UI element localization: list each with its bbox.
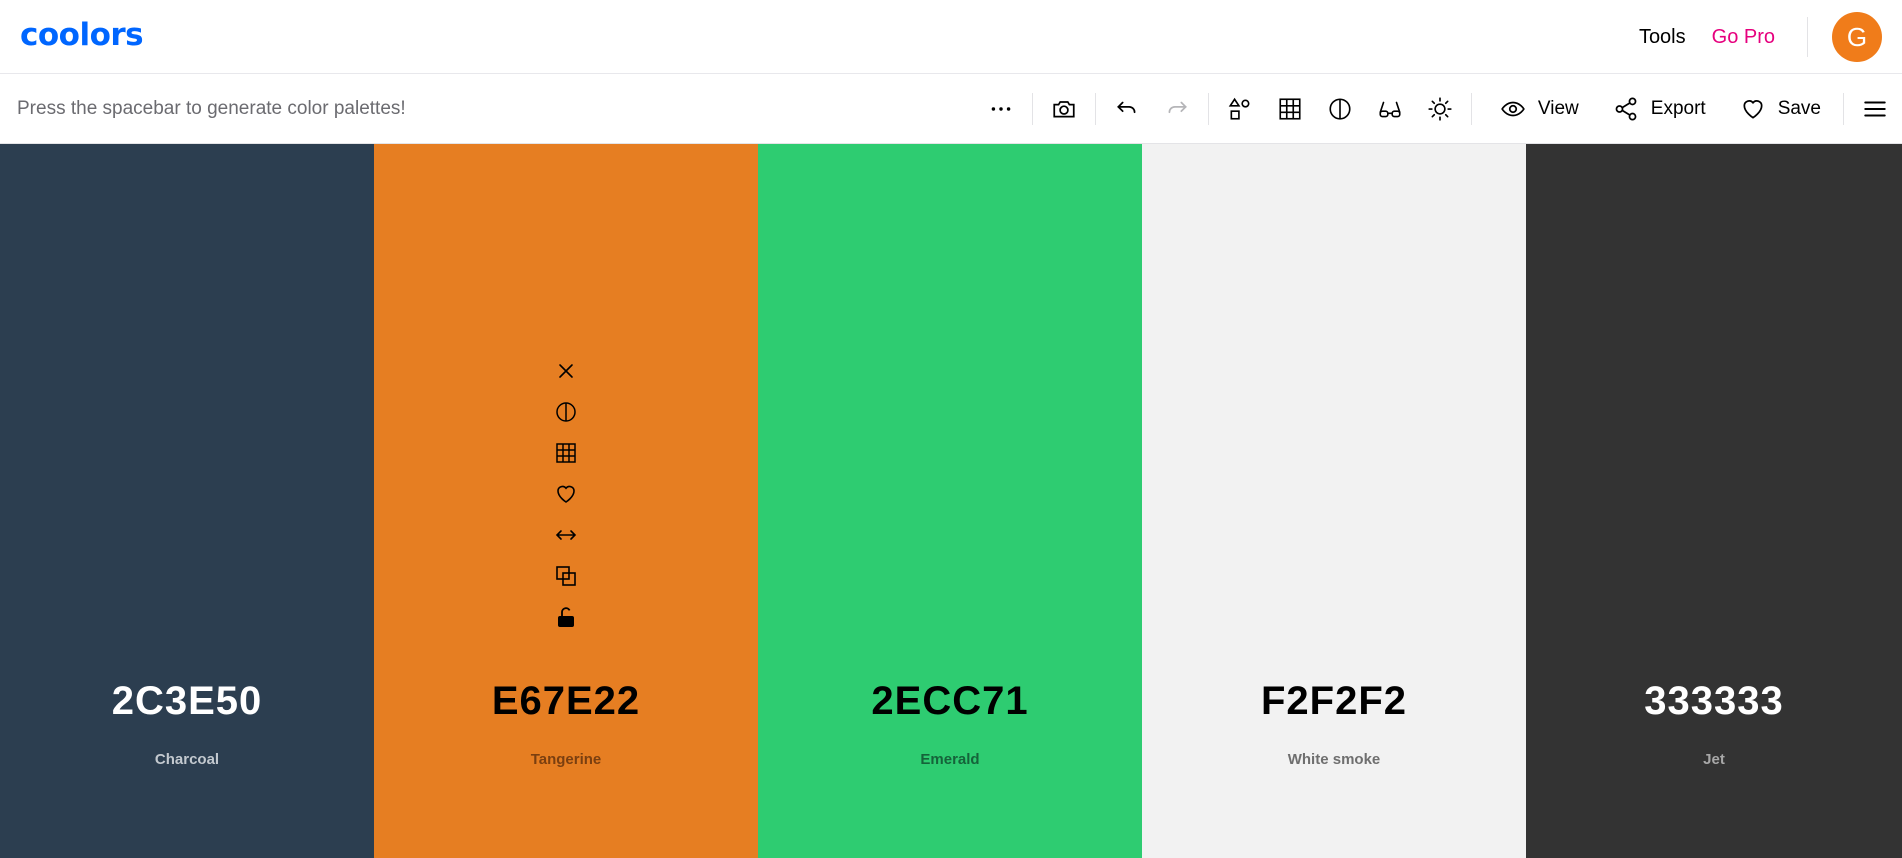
color-blindness-button[interactable] bbox=[1373, 89, 1407, 129]
contrast-check-button[interactable] bbox=[552, 391, 580, 432]
share-icon bbox=[1615, 97, 1637, 121]
contrast-icon bbox=[556, 401, 576, 422]
heart-icon bbox=[1743, 100, 1763, 119]
drag-color-handle[interactable] bbox=[552, 514, 580, 555]
grid-icon bbox=[1279, 98, 1301, 120]
contrast-icon bbox=[1329, 98, 1351, 120]
undo-button[interactable] bbox=[1110, 89, 1144, 129]
view-shades-button[interactable] bbox=[552, 432, 580, 473]
color-palette: 2C3E50 Charcoal E67E22 Tangerine 2ECC71 … bbox=[0, 144, 1902, 858]
palette-tools-button[interactable] bbox=[1223, 89, 1257, 129]
undo-icon bbox=[1117, 101, 1136, 114]
copy-icon bbox=[556, 565, 576, 586]
color-name[interactable]: Tangerine bbox=[374, 751, 758, 768]
hex-code[interactable]: 333333 bbox=[1526, 679, 1902, 724]
remove-color-button[interactable] bbox=[552, 350, 580, 391]
shades-grid-icon bbox=[556, 442, 576, 463]
user-avatar[interactable]: G bbox=[1832, 12, 1882, 62]
toolbar-divider bbox=[1207, 93, 1209, 125]
color-swatch-emerald[interactable]: 2ECC71 Emerald bbox=[758, 144, 1142, 858]
copy-color-button[interactable] bbox=[552, 555, 580, 596]
save-color-button[interactable] bbox=[552, 473, 580, 514]
camera-icon bbox=[1053, 101, 1075, 118]
eye-icon bbox=[1501, 101, 1525, 117]
toolbar-divider bbox=[1031, 93, 1033, 125]
menu-button[interactable] bbox=[1858, 89, 1892, 129]
heart-icon bbox=[557, 485, 575, 503]
color-name[interactable]: Charcoal bbox=[0, 751, 374, 768]
color-swatch-jet[interactable]: 333333 Jet bbox=[1526, 144, 1902, 858]
hex-code[interactable]: 2ECC71 bbox=[758, 679, 1142, 724]
shades-button[interactable] bbox=[1273, 89, 1307, 129]
hex-code[interactable]: E67E22 bbox=[374, 679, 758, 724]
lock-color-button[interactable] bbox=[552, 596, 580, 637]
more-dots-icon bbox=[991, 107, 1011, 111]
glasses-icon bbox=[1379, 101, 1401, 118]
color-name[interactable]: Jet bbox=[1526, 751, 1902, 768]
color-swatch-charcoal[interactable]: 2C3E50 Charcoal bbox=[0, 144, 374, 858]
toolbar-divider bbox=[1843, 93, 1844, 125]
swatch-toolbar bbox=[552, 350, 580, 637]
save-button[interactable]: Save bbox=[1740, 89, 1821, 129]
toolbar-divider bbox=[1094, 93, 1096, 125]
color-swatch-white-smoke[interactable]: F2F2F2 White smoke bbox=[1142, 144, 1526, 858]
drag-arrows-icon bbox=[555, 529, 577, 540]
spacebar-hint: Press the spacebar to generate color pal… bbox=[17, 98, 406, 119]
hex-code[interactable]: 2C3E50 bbox=[0, 679, 374, 724]
top-navigation: coolors Tools Go Pro G bbox=[0, 0, 1902, 74]
color-name[interactable]: Emerald bbox=[758, 751, 1142, 768]
quick-view-button[interactable] bbox=[1047, 89, 1081, 129]
color-name[interactable]: White smoke bbox=[1142, 751, 1526, 768]
palette-toolbar: Press the spacebar to generate color pal… bbox=[0, 75, 1902, 144]
export-button[interactable]: Export bbox=[1613, 89, 1706, 129]
view-button[interactable]: View bbox=[1500, 89, 1579, 129]
go-pro-link[interactable]: Go Pro bbox=[1712, 26, 1775, 49]
export-label: Export bbox=[1650, 98, 1706, 119]
view-label: View bbox=[1537, 98, 1579, 119]
toolbar-actions: View Export Save bbox=[984, 75, 1902, 143]
toolbar-divider bbox=[1470, 93, 1472, 125]
save-label: Save bbox=[1777, 98, 1821, 119]
close-icon bbox=[559, 363, 573, 378]
contrast-button[interactable] bbox=[1323, 89, 1357, 129]
more-options-button[interactable] bbox=[984, 89, 1018, 129]
nav-divider bbox=[1807, 17, 1808, 57]
redo-icon bbox=[1168, 101, 1187, 114]
adjust-palette-button[interactable] bbox=[1423, 89, 1457, 129]
top-right-nav: Tools Go Pro G bbox=[1639, 11, 1882, 63]
color-swatch-tangerine[interactable]: E67E22 Tangerine bbox=[374, 144, 758, 858]
hamburger-menu-icon bbox=[1864, 101, 1886, 117]
unlock-icon bbox=[558, 606, 574, 627]
redo-button[interactable] bbox=[1160, 89, 1194, 129]
sun-icon bbox=[1428, 97, 1452, 121]
shapes-icon bbox=[1228, 97, 1250, 120]
hex-code[interactable]: F2F2F2 bbox=[1142, 679, 1526, 724]
tools-link[interactable]: Tools bbox=[1639, 26, 1686, 49]
coolors-logo[interactable]: coolors bbox=[20, 17, 144, 53]
